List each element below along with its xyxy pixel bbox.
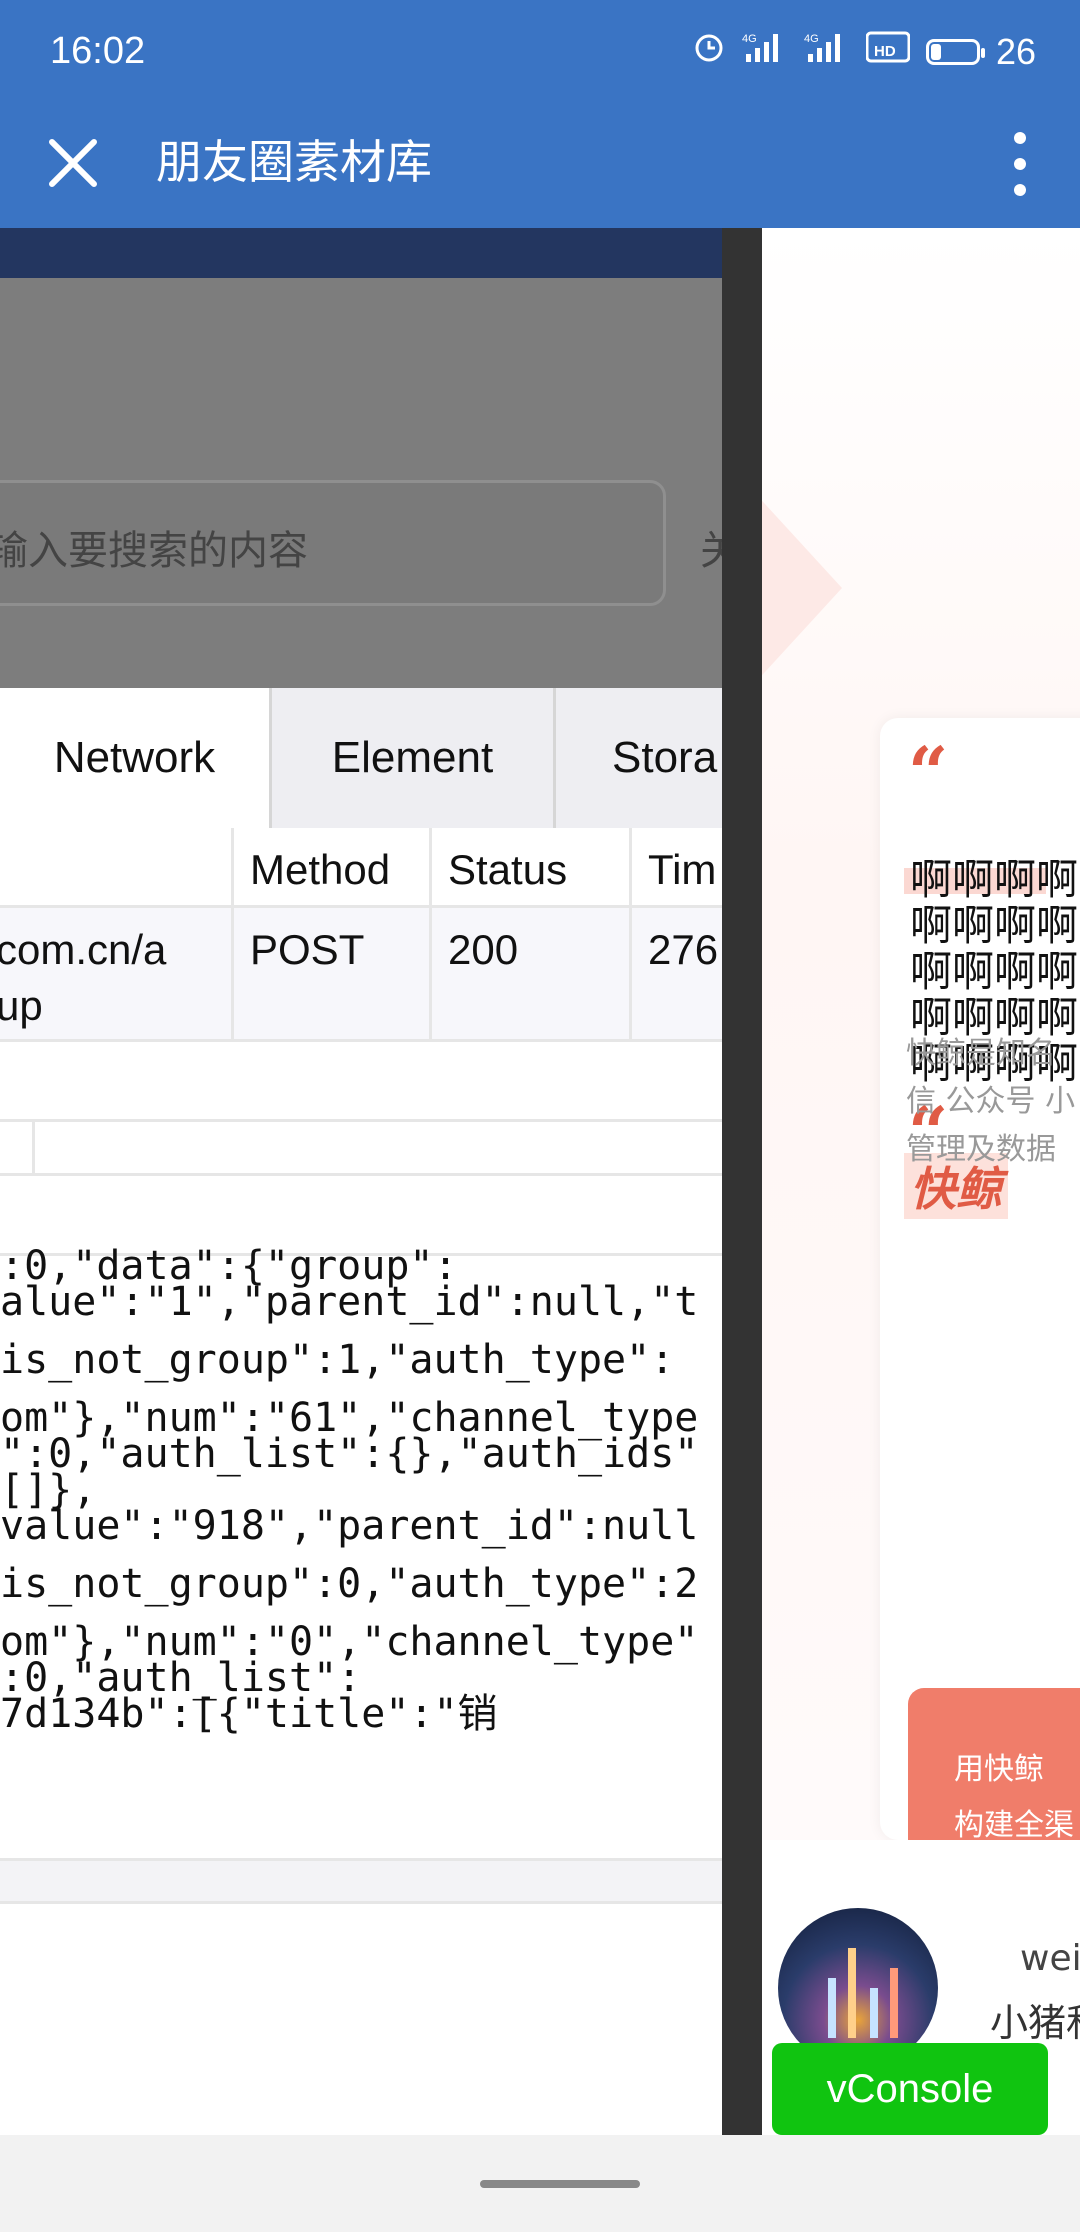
header-name <box>0 828 234 905</box>
home-gesture-handle[interactable] <box>480 2180 640 2188</box>
svg-text:4G: 4G <box>804 33 819 45</box>
code-line: alue":"1","parent_id":null,"t <box>0 1279 699 1325</box>
testimonial-card: “ 啊啊啊啊 啊啊啊啊 啊啊啊啊 啊啊啊啊 啊啊啊啊 “ 快鲸 快鲸是知名信 公众号 小… <box>880 718 1080 1840</box>
battery-level: 26 <box>995 30 1036 72</box>
code-line: is_not_group":1,"auth_type": <box>0 1337 675 1383</box>
detail-spacer <box>0 1042 722 1122</box>
detail-tabs-row <box>0 1122 722 1176</box>
battery-icon <box>925 38 985 65</box>
cta-line-1: 用快鲸 <box>954 1752 1044 1787</box>
header-status: Status <box>432 828 632 905</box>
system-nav-bar <box>0 2135 1080 2232</box>
close-icon[interactable] <box>38 128 108 198</box>
alarm-icon <box>692 30 726 73</box>
svg-text:HD: HD <box>874 43 896 60</box>
table-header: Method Status Tim <box>0 828 722 908</box>
tab-element[interactable]: Element <box>272 688 556 828</box>
row-status: 200 <box>432 908 632 1039</box>
hd-icon: HD <box>865 30 911 73</box>
chevron-decoration-icon <box>762 468 842 708</box>
description-line: 快鲸是知名 <box>906 1036 1056 1071</box>
panel-top-band <box>0 228 722 278</box>
author-name: weis <box>1020 1938 1080 1979</box>
code-line: is_not_group":0,"auth_type":2 <box>0 1561 699 1607</box>
search-placeholder: 输入要搜索的内容 <box>0 528 308 574</box>
tab-storage[interactable]: Stora <box>556 688 722 828</box>
table-row[interactable]: com.cn/a up POST 200 276 <box>0 908 722 1042</box>
row-url: com.cn/a up <box>0 908 234 1039</box>
signal-4g-icon: 4G <box>742 30 788 73</box>
clock: 16:02 <box>50 30 146 72</box>
code-line: value":"918","parent_id":null <box>0 1503 699 1549</box>
vconsole-panel: 输入要搜索的内容 关 Network Element Stora Method … <box>0 228 722 2135</box>
description-line: 信 公众号 小 <box>906 1084 1076 1119</box>
search-button[interactable]: 关 <box>700 518 722 576</box>
row-time: 276 <box>632 908 722 1039</box>
row-method: POST <box>234 908 432 1039</box>
more-menu-icon[interactable] <box>1000 124 1040 204</box>
header-time: Tim <box>632 828 722 905</box>
svg-text:4G: 4G <box>742 33 757 45</box>
signal-4g-icon-2: 4G <box>804 30 850 73</box>
status-icons: 4G 4G HD 26 <box>692 30 1036 73</box>
cta-line-2: 构建全渠 <box>954 1808 1074 1843</box>
description-line: 管理及数据 <box>906 1132 1056 1167</box>
author-subtitle: 小猪私 <box>990 2001 1080 2045</box>
vconsole-button[interactable]: vConsole <box>772 2043 1048 2135</box>
response-body: :0,"data":{"group": alue":"1","parent_id"… <box>0 1246 722 1737</box>
status-bar: 16:02 4G 4G HD 26 <box>0 0 1080 100</box>
page-behind: “ 啊啊啊啊 啊啊啊啊 啊啊啊啊 啊啊啊啊 啊啊啊啊 “ 快鲸 快鲸是知名信 公众号 小… <box>762 228 1080 2135</box>
quote-icon: “ <box>908 731 949 814</box>
devtools-tabs: Network Element Stora <box>0 688 722 828</box>
code-line: 7d134b":[{"title":"销 <box>0 1691 498 1737</box>
tab-network[interactable]: Network <box>0 688 272 828</box>
detail-cell <box>0 1122 35 1173</box>
title-bar: 朋友圈素材库 <box>0 100 1080 228</box>
body-footer <box>0 1858 722 1904</box>
code-line: ":0,"auth_list":{},"auth_ids" <box>0 1431 699 1477</box>
page-title: 朋友圈素材库 <box>156 135 432 189</box>
header-method: Method <box>234 828 432 905</box>
panel-divider[interactable] <box>722 228 762 2135</box>
